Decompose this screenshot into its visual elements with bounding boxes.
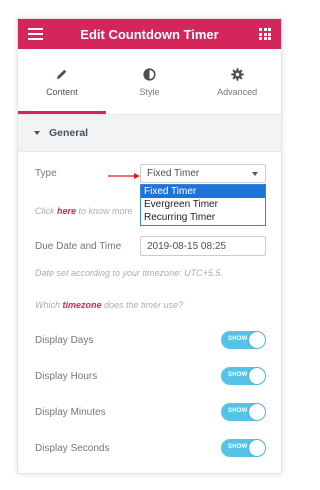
timezone-note: Date set according to your timezone: UTC… — [35, 268, 223, 278]
chevron-down-icon — [252, 172, 258, 176]
option-evergreen-timer[interactable]: Evergreen Timer — [141, 198, 265, 211]
grid-menu-icon[interactable] — [259, 28, 271, 40]
toggle-state: SHOW — [228, 408, 248, 414]
tab-label: Content — [46, 87, 78, 97]
tab-label: Advanced — [217, 87, 258, 97]
tab-advanced[interactable]: Advanced — [193, 49, 281, 114]
panel-title: Edit Countdown Timer — [80, 26, 219, 42]
toggle-state: SHOW — [228, 444, 248, 450]
help-text-timezone: Which timezone does the timer use? — [35, 300, 183, 310]
toggle-knob — [249, 440, 265, 456]
display-minutes-toggle[interactable]: SHOW — [221, 403, 266, 421]
option-fixed-timer[interactable]: Fixed Timer — [141, 185, 265, 198]
here-link[interactable]: here — [57, 206, 76, 216]
help-text-suffix: to know more — [76, 206, 133, 216]
toggle-knob — [249, 404, 265, 420]
type-label: Type — [35, 168, 57, 179]
edit-panel: Edit Countdown Timer Content Style Advan… — [17, 18, 282, 474]
tab-bar: Content Style Advanced — [18, 49, 281, 115]
display-seconds-label: Display Seconds — [35, 442, 110, 454]
toggle-state: SHOW — [228, 372, 248, 378]
due-date-label: Due Date and Time — [35, 240, 122, 252]
toggle-state: SHOW — [228, 336, 248, 342]
half-circle-icon — [143, 66, 156, 82]
hamburger-menu-icon[interactable] — [28, 28, 43, 40]
help-text-prefix: Which — [35, 300, 63, 310]
type-select-value: Fixed Timer — [147, 168, 200, 179]
panel-header: Edit Countdown Timer — [18, 19, 281, 49]
help-text-more: Click here to know more — [35, 206, 133, 216]
section-general-header[interactable]: General — [18, 115, 281, 152]
display-days-toggle[interactable]: SHOW — [221, 331, 266, 349]
tab-style[interactable]: Style — [106, 49, 194, 114]
timezone-link[interactable]: timezone — [63, 300, 102, 310]
display-minutes-label: Display Minutes — [35, 406, 106, 418]
toggle-knob — [249, 332, 265, 348]
display-hours-toggle[interactable]: SHOW — [221, 367, 266, 385]
option-recurring-timer[interactable]: Recurring Timer — [141, 211, 265, 224]
due-date-input[interactable]: 2019-08-15 08:25 — [140, 236, 266, 256]
type-select[interactable]: Fixed Timer — [140, 164, 266, 183]
tab-label: Style — [139, 87, 160, 97]
help-text-prefix: Click — [35, 206, 57, 216]
pencil-icon — [56, 66, 68, 82]
tab-content[interactable]: Content — [18, 49, 106, 114]
display-hours-label: Display Hours — [35, 370, 98, 382]
caret-down-icon — [34, 131, 40, 135]
help-text-suffix: does the timer use? — [101, 300, 184, 310]
section-title: General — [49, 127, 89, 139]
toggle-knob — [249, 368, 265, 384]
type-dropdown-list: Fixed Timer Evergreen Timer Recurring Ti… — [140, 184, 266, 226]
arrow-right-icon — [108, 173, 140, 179]
gear-icon — [230, 66, 244, 82]
display-seconds-toggle[interactable]: SHOW — [221, 439, 266, 457]
display-days-label: Display Days — [35, 334, 94, 346]
